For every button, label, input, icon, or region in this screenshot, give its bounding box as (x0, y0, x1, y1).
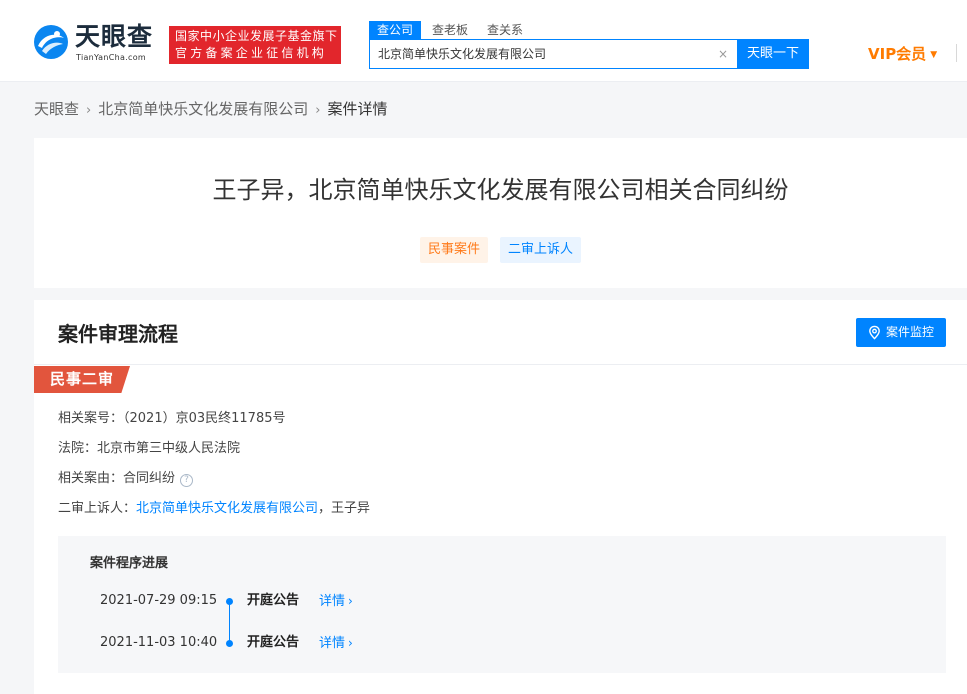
slogan-badge: 国家中小企业发展子基金旗下 官方备案企业征信机构 (169, 26, 341, 64)
vip-member-menu[interactable]: VIP会员 ▼ (868, 43, 937, 66)
slogan-line-2: 官方备案企业征信机构 (175, 46, 328, 60)
clear-icon[interactable]: × (718, 40, 728, 68)
tab-search-company[interactable]: 查公司 (369, 21, 422, 40)
court-label: 法院： (58, 441, 98, 456)
tianyancha-logo[interactable]: 天眼查 TianYanCha.com (33, 22, 163, 64)
tab-search-relation[interactable]: 查关系 (479, 21, 531, 40)
breadcrumb-home[interactable]: 天眼查 (34, 100, 79, 118)
case-number-value: （2021）京03民终11785号 (123, 411, 286, 426)
search-input[interactable]: 北京简单快乐文化发展有限公司 × (369, 39, 738, 69)
logo-text: 天眼查 (75, 22, 154, 51)
tag-appellant: 二审上诉人 (500, 237, 582, 263)
timeline-time: 2021-07-29 09:15 (100, 593, 218, 608)
info-appellant: 二审上诉人：北京简单快乐文化发展有限公司，王子异 (58, 500, 370, 518)
cause-label: 相关案由： (58, 471, 124, 486)
breadcrumb: 天眼查 › 北京简单快乐文化发展有限公司 › 案件详情 (34, 99, 387, 121)
case-title-card: 王子异，北京简单快乐文化发展有限公司相关合同纠纷 民事案件 二审上诉人 (34, 138, 967, 288)
info-case-number: 相关案号：（2021）京03民终11785号 (58, 410, 286, 428)
caret-down-icon: ▼ (930, 50, 938, 60)
search-button[interactable]: 天眼一下 (737, 39, 809, 69)
timeline-item: 2021-11-03 10:40 开庭公告 详情 › (58, 633, 946, 653)
info-cause: 相关案由：合同纠纷? (58, 470, 194, 488)
search-input-value[interactable]: 北京简单快乐文化发展有限公司 (378, 40, 546, 68)
timeline-item: 2021-07-29 09:15 开庭公告 详情 › (58, 591, 946, 611)
appellant-label: 二审上诉人： (58, 501, 137, 516)
search-tabs: 查公司 查老板 查关系 (369, 21, 534, 40)
help-icon[interactable]: ? (180, 474, 194, 487)
detail-link[interactable]: 详情 › (319, 591, 353, 612)
logo-mark-icon (34, 25, 68, 59)
timeline-time: 2021-11-03 10:40 (100, 635, 218, 650)
case-process-card: 案件审理流程 案件监控 民事二审 相关案号：（2021）京03民终11785号 … (34, 300, 967, 694)
header-divider (956, 44, 957, 62)
info-court: 法院：北京市第三中级人民法院 (58, 440, 240, 458)
chevron-right-icon: › (348, 636, 353, 650)
timeline-dot (226, 598, 233, 605)
chevron-right-icon: › (348, 594, 353, 608)
tag-civil-case: 民事案件 (419, 237, 488, 263)
timeline-type: 开庭公告 (247, 593, 300, 608)
chevron-right-icon: › (86, 103, 92, 118)
case-monitor-button[interactable]: 案件监控 (856, 318, 946, 347)
case-progress-box: 案件程序进展 2021-07-29 09:15 开庭公告 详情 › 2021-11… (58, 536, 946, 673)
vip-label: VIP会员 (868, 45, 927, 63)
tab-search-boss[interactable]: 查老板 (424, 21, 476, 40)
chevron-right-icon: › (315, 103, 321, 118)
page-title: 王子异，北京简单快乐文化发展有限公司相关合同纠纷 (212, 176, 789, 204)
detail-link[interactable]: 详情 › (319, 633, 353, 654)
timeline-type: 开庭公告 (247, 635, 300, 650)
timeline-dot (226, 640, 233, 647)
appellant-rest: ，王子异 (318, 501, 371, 516)
section-title: 案件审理流程 (58, 322, 178, 346)
detail-label: 详情 (319, 594, 346, 609)
breadcrumb-current: 案件详情 (327, 100, 388, 118)
case-number-label: 相关案号： (58, 411, 124, 426)
breadcrumb-company[interactable]: 北京简单快乐文化发展有限公司 (98, 100, 308, 118)
case-monitor-label: 案件监控 (886, 325, 935, 339)
top-header: 天眼查 TianYanCha.com 国家中小企业发展子基金旗下 官方备案企业征… (0, 0, 967, 82)
cause-value: 合同纠纷 (123, 471, 176, 486)
appellant-company-link[interactable]: 北京简单快乐文化发展有限公司 (136, 501, 318, 516)
logo-subtitle: TianYanCha.com (76, 53, 146, 62)
stage-ribbon: 民事二审 (34, 366, 130, 393)
progress-title: 案件程序进展 (90, 556, 169, 571)
case-tags: 民事案件 二审上诉人 (34, 237, 967, 263)
location-pin-icon (869, 325, 880, 340)
detail-label: 详情 (319, 636, 346, 651)
court-value: 北京市第三中级人民法院 (97, 441, 241, 456)
divider (34, 364, 967, 365)
slogan-line-1: 国家中小企业发展子基金旗下 (175, 29, 338, 43)
